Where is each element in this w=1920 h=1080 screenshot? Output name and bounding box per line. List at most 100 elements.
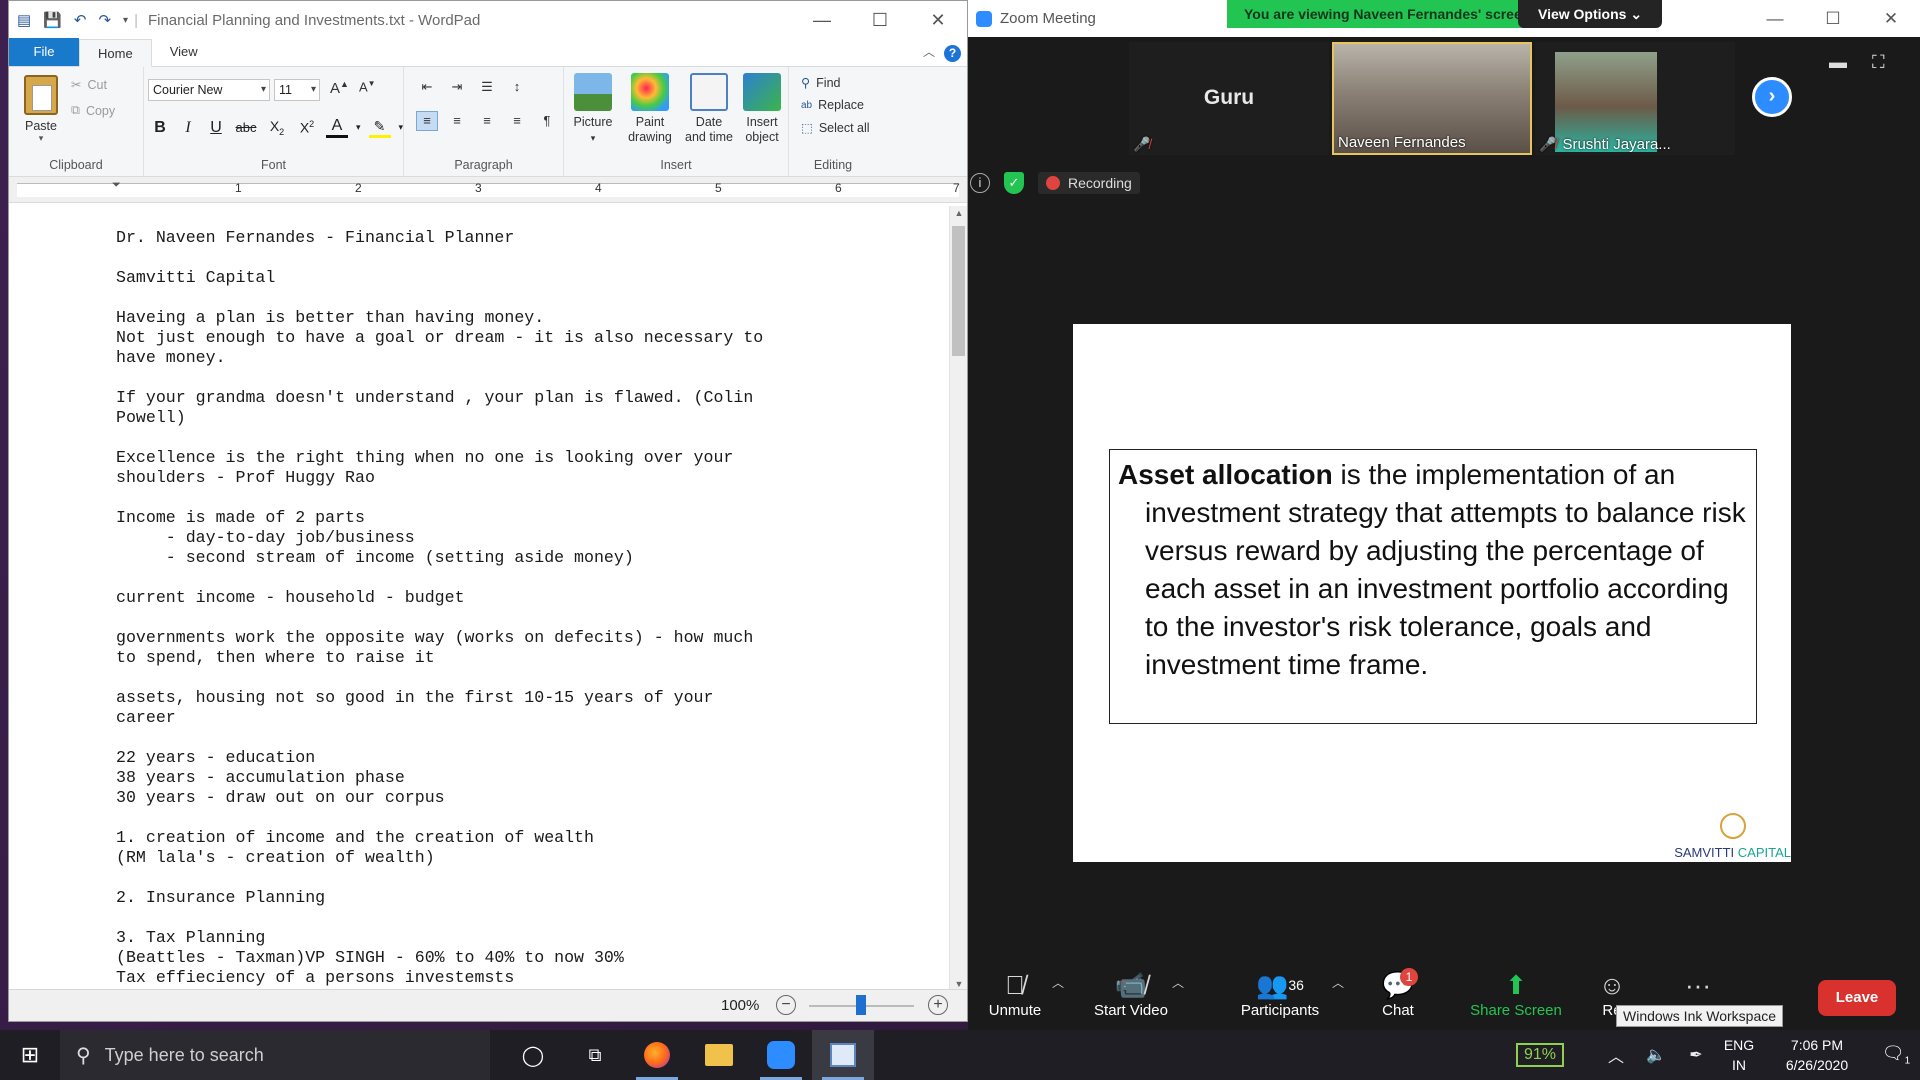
zoom-maximize-button[interactable]: ☐ (1804, 0, 1862, 37)
scroll-down-icon[interactable]: ▼ (950, 979, 968, 989)
align-left-icon[interactable]: ≡ (416, 111, 438, 131)
close-button[interactable]: ✕ (909, 10, 967, 31)
participants-chevron-icon[interactable]: ︿ (1332, 974, 1344, 991)
indent-marker-icon[interactable]: ⏷ (112, 179, 121, 192)
view-options-button[interactable]: View Options ⌄ (1518, 0, 1663, 28)
document-area[interactable]: Dr. Naveen Fernandes - Financial Planner… (9, 206, 951, 991)
zoom-in-icon[interactable]: + (928, 995, 948, 1015)
show-hidden-icons-chevron-icon[interactable]: ︿ (1596, 1043, 1636, 1067)
firefox-taskbar-button[interactable] (626, 1030, 688, 1080)
view-options-label: View Options (1538, 6, 1627, 22)
underline-icon[interactable]: U (206, 119, 226, 137)
paste-button[interactable]: Paste ▾ (21, 75, 61, 144)
highlight-chevron-icon[interactable]: ▾ (399, 122, 404, 133)
wordpad-app-icon[interactable]: ▤ (17, 11, 31, 29)
zoom-taskbar-button[interactable] (750, 1030, 812, 1080)
date-time-button[interactable]: Date and time (684, 73, 734, 145)
tab-home[interactable]: Home (79, 39, 152, 67)
chat-button[interactable]: 💬 1 Chat (1374, 968, 1422, 1019)
decrease-indent-icon[interactable]: ⇤ (416, 77, 438, 97)
vertical-scrollbar[interactable]: ▲ ▼ (949, 206, 967, 991)
wordpad-taskbar-button[interactable] (812, 1030, 874, 1080)
increase-indent-icon[interactable]: ⇥ (446, 77, 468, 97)
share-screen-button[interactable]: ⬆ Share Screen (1468, 968, 1564, 1019)
more-button[interactable]: ··· (1678, 968, 1718, 1002)
replace-button[interactable]: ab Replace (801, 98, 870, 112)
font-family-select[interactable]: Courier New (148, 79, 270, 101)
insert-object-button[interactable]: Insert object (739, 73, 785, 145)
participants-button[interactable]: 👥36 Participants (1232, 968, 1328, 1019)
save-icon[interactable]: 💾 (43, 11, 62, 29)
picture-label: Picture (573, 115, 613, 129)
participant-name: Guru (1203, 86, 1255, 109)
align-right-icon[interactable]: ≡ (476, 111, 498, 131)
paint-drawing-button[interactable]: Paint drawing (622, 73, 678, 145)
start-video-button[interactable]: 📹̸ Start Video (1086, 968, 1176, 1019)
customize-chevron-icon[interactable]: ▾ (123, 15, 128, 26)
leave-button[interactable]: Leave (1818, 980, 1896, 1016)
next-page-button[interactable]: › (1752, 77, 1792, 117)
help-icon[interactable]: ? (944, 45, 961, 62)
align-center-icon[interactable]: ≡ (446, 111, 468, 131)
copy-button[interactable]: ⧉ Copy (71, 103, 115, 118)
action-center-button[interactable]: 🗨1 (1872, 1043, 1920, 1067)
start-button[interactable]: ⊞ (0, 1030, 60, 1080)
bullets-icon[interactable]: ☰ (476, 77, 498, 97)
zoom-minimize-button[interactable]: — (1746, 0, 1804, 37)
ruler[interactable]: 1 2 3 4 5 6 7 ⏷ (9, 177, 967, 203)
shrink-font-icon[interactable]: A▼ (359, 79, 376, 97)
volume-icon[interactable]: 🔈 (1636, 1045, 1676, 1065)
line-spacing-icon[interactable]: ↕ (506, 77, 528, 97)
cut-button[interactable]: ✂ Cut (71, 77, 107, 93)
zoom-slider-thumb[interactable] (856, 995, 866, 1015)
italic-icon[interactable]: I (178, 119, 198, 137)
insert-picture-button[interactable]: Picture ▾ (572, 73, 614, 146)
justify-icon[interactable]: ≡ (506, 111, 528, 131)
document-text[interactable]: Dr. Naveen Fernandes - Financial Planner… (9, 206, 951, 988)
file-explorer-taskbar-button[interactable] (688, 1030, 750, 1080)
redo-icon[interactable]: ↷ (98, 11, 111, 29)
highlight-icon[interactable]: ✎ (368, 118, 391, 138)
zoom-out-icon[interactable]: − (776, 995, 796, 1015)
status-bar: 100% − + (9, 989, 967, 1021)
windows-ink-icon[interactable]: ✒ (1676, 1045, 1716, 1065)
minimize-button[interactable]: — (793, 10, 851, 31)
taskbar-search-box[interactable]: ⚲ Type here to search (60, 1030, 490, 1080)
text-color-icon[interactable]: A (326, 117, 348, 138)
recording-indicator[interactable]: Recording (1038, 172, 1140, 194)
participant-tile[interactable]: 🎤̸ Srushti Jayara... (1535, 42, 1735, 155)
fullscreen-icon[interactable]: ⛶ (1872, 52, 1885, 73)
font-size-select[interactable]: 11 (274, 79, 320, 101)
tab-view[interactable]: View (152, 38, 216, 66)
tab-file[interactable]: File (9, 38, 79, 66)
battery-indicator[interactable]: 91% (1515, 1043, 1564, 1067)
gallery-layout-icon[interactable]: ▬ (1829, 52, 1847, 73)
participant-tile-active-speaker[interactable]: Naveen Fernandes (1332, 42, 1532, 155)
participant-tile[interactable]: Guru 🎤̸ (1129, 42, 1329, 155)
select-all-button[interactable]: ⬚ Select all (801, 120, 870, 136)
scroll-up-icon[interactable]: ▲ (950, 208, 968, 218)
audio-options-chevron-icon[interactable]: ︿ (1052, 974, 1064, 991)
video-options-chevron-icon[interactable]: ︿ (1172, 974, 1184, 991)
scrollbar-thumb[interactable] (952, 226, 965, 356)
clock[interactable]: 7:06 PM 6/26/2020 (1762, 1035, 1872, 1075)
cortana-button[interactable]: ◯ (502, 1030, 564, 1080)
maximize-button[interactable]: ☐ (851, 10, 909, 31)
info-icon[interactable]: i (970, 173, 990, 193)
task-view-button[interactable]: ⧉ (564, 1030, 626, 1080)
insert-group-label: Insert (660, 158, 692, 172)
collapse-ribbon-icon[interactable]: ︿ (923, 43, 935, 60)
paragraph-settings-icon[interactable]: ¶ (536, 111, 558, 131)
bold-icon[interactable]: B (150, 119, 170, 137)
strikethrough-icon[interactable]: abc (234, 120, 258, 135)
find-button[interactable]: ⚲ Find (801, 75, 870, 91)
superscript-icon[interactable]: X2 (296, 119, 318, 136)
input-language[interactable]: ENG IN (1716, 1035, 1762, 1075)
text-color-chevron-icon[interactable]: ▾ (356, 122, 361, 133)
subscript-icon[interactable]: X2 (266, 118, 288, 137)
security-shield-icon[interactable]: ✓ (1004, 172, 1024, 194)
unmute-button[interactable]: 🎙̸ Unmute (982, 968, 1048, 1019)
grow-font-icon[interactable]: A▲ (330, 79, 349, 97)
zoom-close-button[interactable]: ✕ (1862, 0, 1920, 37)
undo-icon[interactable]: ↶ (74, 11, 87, 29)
